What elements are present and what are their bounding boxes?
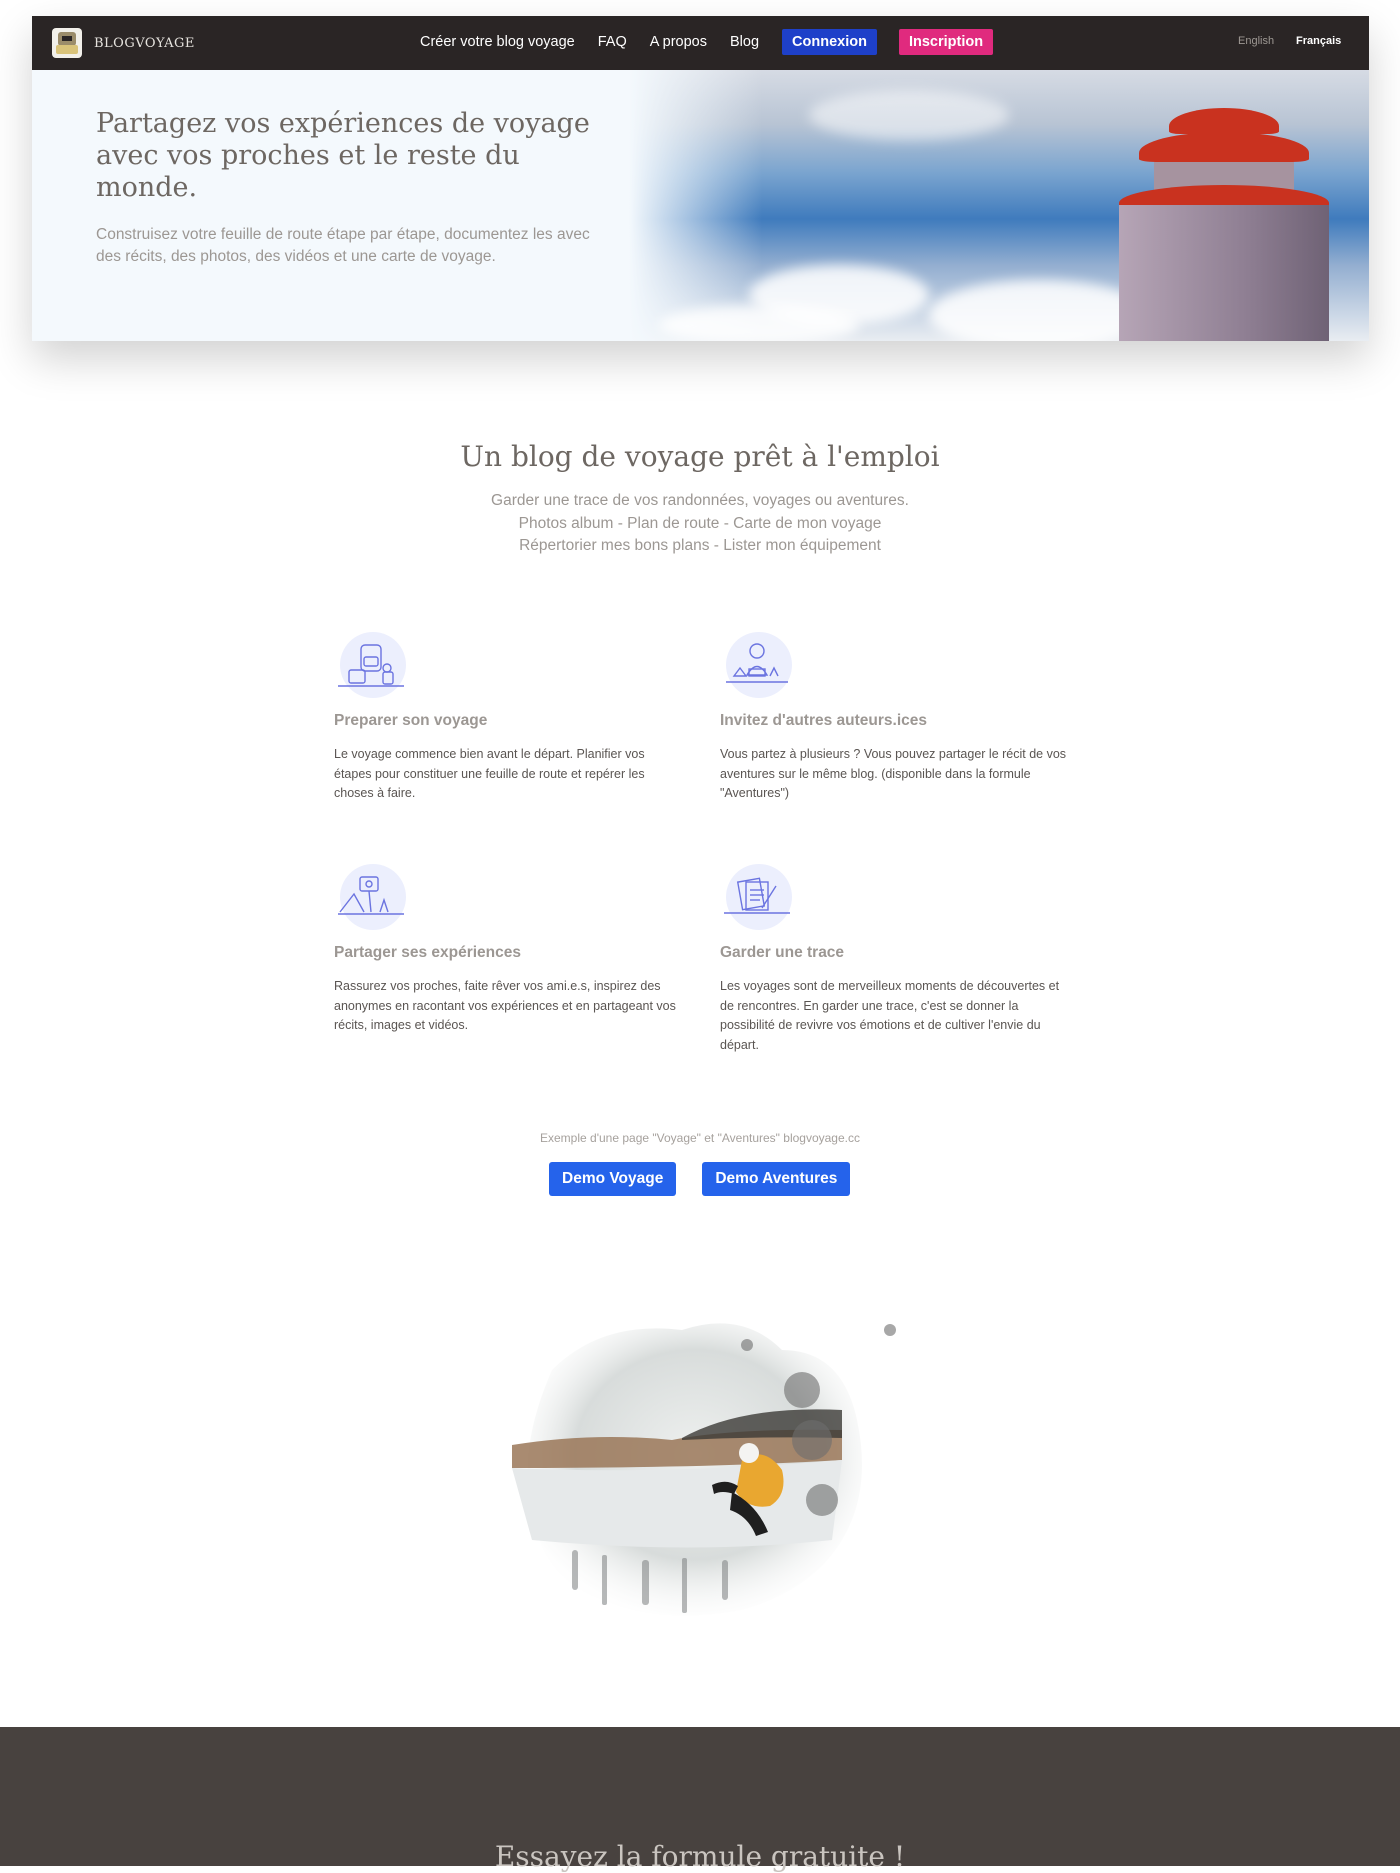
intro-line: Photos album - Plan de route - Carte de … <box>518 514 882 532</box>
hero-pagoda-image <box>629 70 1369 341</box>
demo-aventures-button[interactable]: Demo Aventures <box>702 1162 851 1196</box>
feature-trace: Garder une trace Les voyages sont de mer… <box>720 862 1070 1055</box>
selfie-icon <box>334 862 408 936</box>
feature-text: Rassurez vos proches, faite rêver vos am… <box>334 979 676 1032</box>
feature-authors: Invitez d'autres auteurs.ices Vous parte… <box>720 630 1070 804</box>
hero-banner: Partagez vos expériences de voyage avec … <box>32 70 1369 341</box>
demo-buttons: Demo Voyage Demo Aventures <box>549 1162 876 1196</box>
lang-french-link[interactable]: Français <box>1296 35 1341 47</box>
hero-card: BLOGVOYAGE Créer votre blog voyage FAQ A… <box>32 16 1369 341</box>
nav-link-faq[interactable]: FAQ <box>598 34 627 50</box>
nav-link-about[interactable]: A propos <box>650 34 707 50</box>
intro-line: Garder une trace de vos randonnées, voya… <box>491 492 909 509</box>
brand-link[interactable]: BLOGVOYAGE <box>52 28 195 58</box>
logo-icon <box>52 28 82 58</box>
demo-voyage-button[interactable]: Demo Voyage <box>549 1162 677 1196</box>
lang-english-link[interactable]: English <box>1238 35 1274 47</box>
hero-title: Partagez vos expériences de voyage avec … <box>96 108 590 203</box>
author-icon <box>720 630 794 704</box>
navbar: BLOGVOYAGE Créer votre blog voyage FAQ A… <box>32 16 1369 70</box>
backpack-icon <box>334 630 408 704</box>
feature-text: Le voyage commence bien avant le départ.… <box>334 747 645 800</box>
demo-caption: Exemple d'une page "Voyage" et "Aventure… <box>540 1131 860 1145</box>
feature-prepare: Preparer son voyage Le voyage commence b… <box>334 630 684 804</box>
footer-title: Essayez la formule gratuite ! <box>494 1840 906 1873</box>
signup-button[interactable]: Inscription <box>898 29 994 55</box>
feature-share: Partager ses expériences Rassurez vos pr… <box>334 862 684 1036</box>
login-button[interactable]: Connexion <box>782 29 877 55</box>
nav-link-blog[interactable]: Blog <box>730 34 759 50</box>
nav-link-create-blog[interactable]: Créer votre blog voyage <box>420 34 575 50</box>
footer-section: Essayez la formule gratuite ! <box>0 1727 1400 1873</box>
intro-text: Garder une trace de vos randonnées, voya… <box>0 490 1400 558</box>
feature-title: Invitez d'autres auteurs.ices <box>720 712 927 729</box>
brand-name: BLOGVOYAGE <box>94 35 195 51</box>
feature-title: Garder une trace <box>720 944 845 961</box>
feature-title: Partager ses expériences <box>334 944 521 961</box>
nav-links: Créer votre blog voyage FAQ A propos Blo… <box>420 29 1015 55</box>
feature-text: Les voyages sont de merveilleux moments … <box>720 979 1060 1052</box>
watercolor-hiker-image <box>512 1323 896 1616</box>
feature-text: Vous partez à plusieurs ? Vous pouvez pa… <box>720 747 1067 800</box>
journal-icon <box>720 862 794 936</box>
hero-subtitle: Construisez votre feuille de route étape… <box>96 226 590 265</box>
feature-title: Preparer son voyage <box>334 712 488 729</box>
intro-title: Un blog de voyage prêt à l'emploi <box>460 440 940 473</box>
intro-line: Répertorier mes bons plans - Lister mon … <box>519 537 881 554</box>
